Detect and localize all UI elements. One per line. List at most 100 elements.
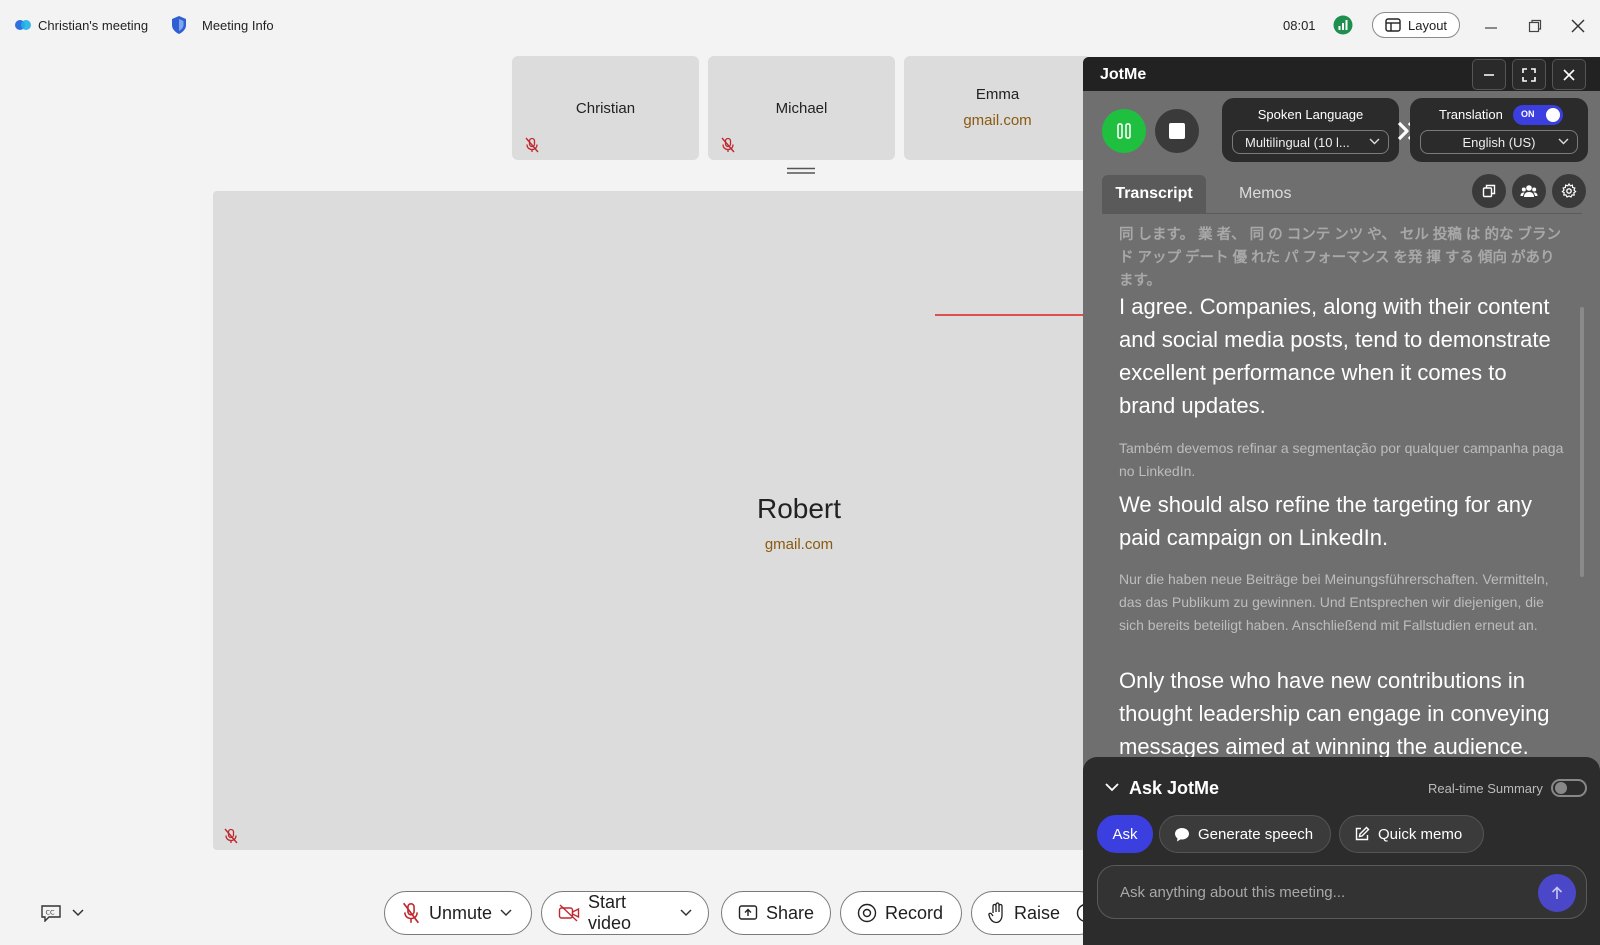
tab-divider — [1102, 213, 1582, 214]
unmute-label: Unmute — [429, 902, 493, 923]
svg-text:CC: CC — [46, 909, 56, 917]
shield-icon — [170, 15, 188, 35]
close-window-icon[interactable] — [1571, 19, 1585, 33]
mic-off-icon — [223, 828, 239, 844]
translation-label: Translation — [1439, 107, 1503, 122]
meeting-title[interactable]: Christian's meeting — [14, 17, 148, 33]
arrow-up-icon — [1550, 885, 1564, 901]
pause-icon — [1116, 122, 1132, 140]
generate-speech-button[interactable]: Generate speech — [1159, 815, 1331, 853]
layout-label: Layout — [1408, 17, 1448, 33]
translation-toggle[interactable]: ON — [1513, 105, 1563, 125]
toggle-knob — [1546, 108, 1560, 122]
transcript-scrollbar[interactable] — [1580, 307, 1584, 577]
speech-bubble-icon — [1174, 827, 1190, 842]
minimize-icon — [1482, 68, 1496, 82]
stop-button[interactable] — [1155, 109, 1199, 153]
minimize-icon[interactable] — [1484, 19, 1498, 33]
chevron-down-icon — [1369, 138, 1380, 145]
layout-button[interactable]: Layout — [1372, 12, 1461, 38]
transcript-translation-text: Only those who have new contributions in… — [1119, 668, 1550, 757]
layout-icon — [1385, 18, 1401, 32]
share-button[interactable]: Share — [721, 891, 831, 935]
jotme-panel: JotMe Spoken Language Multilingual (10 l… — [1083, 57, 1600, 945]
jotme-close-button[interactable] — [1552, 59, 1586, 90]
meeting-title-text: Christian's meeting — [38, 17, 149, 33]
ask-input[interactable] — [1120, 866, 1520, 918]
chevron-down-icon[interactable] — [1105, 783, 1119, 792]
translation-language-value: English (US) — [1462, 134, 1536, 150]
close-icon — [1562, 68, 1576, 82]
chevron-down-icon[interactable] — [680, 909, 692, 917]
participant-name: Michael — [775, 100, 828, 117]
send-button[interactable] — [1538, 874, 1576, 912]
resize-handle-icon[interactable] — [787, 167, 815, 175]
tab-memos[interactable]: Memos — [1239, 175, 1291, 213]
participant-name: Christian — [575, 100, 636, 117]
raise-hand-icon — [988, 902, 1006, 924]
participant-tile-emma[interactable]: Emma gmail.com — [904, 56, 1091, 160]
realtime-summary-toggle[interactable] — [1551, 779, 1587, 797]
transcript-original-text: 同 します。 業 者、 同 の コンテ ンツ や、 セル 投稿 は 的な ブラン… — [1119, 227, 1561, 289]
spoken-language-label: Spoken Language — [1257, 107, 1364, 122]
mic-off-icon — [524, 137, 540, 153]
generate-speech-label: Generate speech — [1198, 825, 1314, 843]
realtime-summary-label: Real-time Summary — [1428, 781, 1543, 796]
chevron-down-icon — [72, 909, 84, 917]
transcript-translation-text: We should also refine the targeting for … — [1119, 492, 1532, 550]
participant-name: Emma — [975, 86, 1020, 103]
unmute-button[interactable]: Unmute — [384, 891, 532, 935]
title-bar: Christian's meeting Meeting Info 08:01 L… — [0, 0, 1600, 54]
share-screen-icon — [738, 904, 758, 922]
jotme-title: JotMe — [1100, 66, 1147, 83]
start-video-button[interactable]: Start video — [541, 891, 709, 935]
spoken-language-box: Spoken Language Multilingual (10 l... — [1222, 98, 1399, 162]
participant-tile-christian[interactable]: Christian — [512, 56, 699, 160]
chevron-down-icon — [1558, 138, 1569, 145]
spoken-language-select[interactable]: Multilingual (10 l... — [1232, 130, 1389, 154]
copy-button[interactable] — [1472, 174, 1506, 208]
translation-box: Translation ON English (US) — [1410, 98, 1588, 162]
raise-label: Raise — [1014, 902, 1061, 923]
start-video-label: Start video — [588, 892, 632, 933]
participant-email: gmail.com — [963, 112, 1032, 129]
jotme-minimize-button[interactable] — [1472, 59, 1506, 90]
network-signal-icon[interactable] — [1333, 15, 1353, 35]
jotme-expand-button[interactable] — [1512, 59, 1546, 90]
webex-logo-icon — [14, 17, 32, 33]
ask-chip-button[interactable]: Ask — [1097, 815, 1153, 853]
meeting-info-button[interactable]: Meeting Info — [170, 15, 274, 35]
restore-icon[interactable] — [1528, 19, 1542, 33]
ask-jotme-section: Ask JotMe Real-time Summary Ask Generate… — [1083, 757, 1600, 945]
quick-memo-button[interactable]: Quick memo — [1339, 815, 1484, 853]
transcript-original-text: Também devemos refinar a segmentação por… — [1119, 440, 1564, 479]
transcript-area[interactable]: 同 します。 業 者、 同 の コンテ ンツ や、 セル 投稿 は 的な ブラン… — [1083, 217, 1600, 757]
closed-captions-icon: CC — [40, 904, 62, 922]
raise-hand-button[interactable]: Raise — [971, 891, 1101, 935]
transcript-translation-text: I agree. Companies, along with their con… — [1119, 294, 1551, 418]
meeting-info-label: Meeting Info — [202, 17, 274, 33]
chevron-down-icon[interactable] — [500, 909, 512, 917]
mic-off-icon — [720, 137, 736, 153]
captions-button[interactable]: CC — [40, 904, 84, 922]
record-label: Record — [885, 902, 944, 923]
video-off-icon — [558, 904, 580, 922]
translation-language-select[interactable]: English (US) — [1420, 130, 1578, 154]
settings-button[interactable] — [1552, 174, 1586, 208]
pause-button[interactable] — [1102, 109, 1146, 153]
stop-icon — [1168, 122, 1186, 140]
quick-memo-label: Quick memo — [1378, 825, 1463, 843]
toggle-knob — [1555, 782, 1567, 794]
ask-jotme-title: Ask JotMe — [1129, 778, 1220, 798]
copy-icon — [1482, 184, 1496, 198]
edit-note-icon — [1354, 826, 1370, 842]
participants-button[interactable] — [1512, 174, 1546, 208]
ask-input-box — [1097, 865, 1587, 919]
record-button[interactable]: Record — [840, 891, 962, 935]
people-icon — [1520, 184, 1538, 198]
translation-toggle-state: ON — [1521, 109, 1535, 119]
tab-transcript[interactable]: Transcript — [1102, 175, 1206, 213]
record-icon — [857, 903, 877, 923]
clock-time: 08:01 — [1283, 18, 1316, 33]
participant-tile-michael[interactable]: Michael — [708, 56, 895, 160]
